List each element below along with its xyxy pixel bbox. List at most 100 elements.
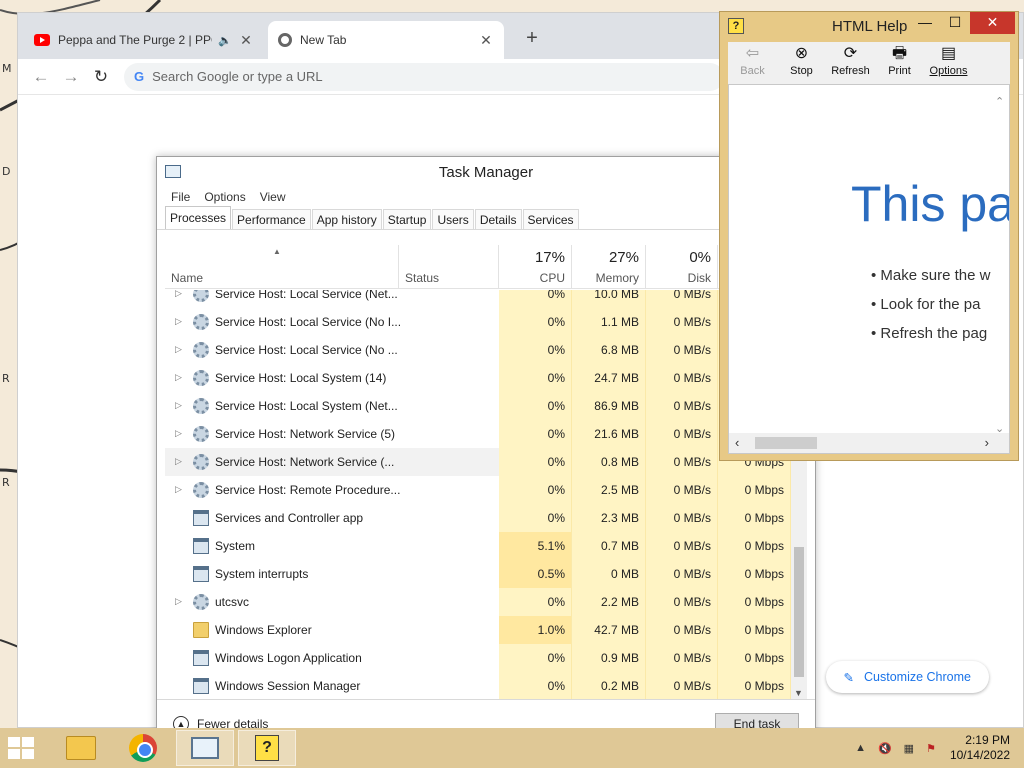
column-disk-header[interactable]: 0% Disk	[646, 245, 718, 289]
expand-chevron-icon[interactable]: ▷	[175, 372, 182, 383]
service-gear-icon	[193, 342, 209, 358]
table-row[interactable]: ▷ Service Host: Network Service (... 0% 0.8…	[165, 448, 791, 476]
volume-muted-icon[interactable]: 🔇	[878, 742, 892, 755]
help-horizontal-scrollbar[interactable]: ‹ ›	[729, 433, 1009, 453]
refresh-label: Refresh	[831, 65, 870, 77]
scroll-left-icon[interactable]: ‹	[735, 435, 739, 450]
tab-services[interactable]: Services	[522, 209, 579, 229]
table-row[interactable]: Windows Logon Application 0% 0.9 MB 0 MB/s 0…	[165, 644, 791, 672]
close-tab-icon[interactable]: ✕	[238, 32, 254, 49]
expand-chevron-icon[interactable]: ▷	[175, 290, 182, 299]
chrome-icon	[278, 33, 292, 47]
column-memory-label: Memory	[595, 271, 639, 285]
sort-caret-icon: ▲	[273, 247, 281, 256]
action-center-alert-icon[interactable]: ⚑	[926, 742, 936, 755]
disk-cell: 0 MB/s	[646, 476, 718, 504]
stop-button[interactable]: ⊗ Stop	[777, 42, 826, 84]
expand-chevron-icon[interactable]: ▷	[175, 596, 182, 607]
html-help-window: ? HTML Help — ☐ ✕ ⇦ Back ⊗ Stop ⟳ Refres…	[719, 11, 1019, 461]
column-disk-label: Disk	[687, 271, 711, 285]
scroll-right-icon[interactable]: ›	[985, 435, 989, 450]
expand-chevron-icon[interactable]: ▷	[175, 316, 182, 327]
network-icon[interactable]: ▦	[904, 742, 914, 755]
table-row[interactable]: ▷ Service Host: Network Service (5) 0% 21.6…	[165, 420, 791, 448]
cpu-cell: 0.5%	[499, 560, 572, 588]
table-row[interactable]: Windows Explorer 1.0% 42.7 MB 0 MB/s 0 Mbps	[165, 616, 791, 644]
clock[interactable]: 2:19 PM 10/14/2022	[950, 733, 1010, 763]
html-help-titlebar[interactable]: ? HTML Help — ☐ ✕	[720, 12, 1018, 40]
window-app-icon	[193, 566, 209, 582]
tab-processes[interactable]: Processes	[165, 206, 232, 229]
memory-percent: 27%	[608, 249, 639, 266]
column-status-header[interactable]: Status	[399, 245, 499, 289]
table-row[interactable]: Services and Controller app 0% 2.3 MB 0 MB/…	[165, 504, 791, 532]
table-row[interactable]: ▷ utcsvc 0% 2.2 MB 0 MB/s 0 Mbps	[165, 588, 791, 616]
table-row[interactable]: ▷ Service Host: Remote Procedure... 0% 2.5 …	[165, 476, 791, 504]
expand-chevron-icon[interactable]: ▷	[175, 428, 182, 439]
network-cell: 0 Mbps	[718, 560, 791, 588]
expand-chevron-icon[interactable]: ▷	[175, 344, 182, 355]
table-row[interactable]: Windows Session Manager 0% 0.2 MB 0 MB/s 0 M…	[165, 672, 791, 700]
column-name-header[interactable]: ▲ Name	[165, 245, 399, 289]
expand-chevron-icon[interactable]: ▷	[175, 456, 182, 467]
scrollbar-thumb[interactable]	[794, 547, 804, 677]
memory-cell: 6.8 MB	[572, 336, 646, 364]
back-button[interactable]: ⇦ Back	[728, 42, 777, 84]
tab-startup[interactable]: Startup	[382, 209, 432, 229]
cpu-cell: 0%	[499, 504, 572, 532]
table-row[interactable]: ▷ Service Host: Local Service (No ... 0% 6.…	[165, 336, 791, 364]
print-button[interactable]: 🖶 Print	[875, 42, 924, 84]
clock-date: 10/14/2022	[949, 748, 1010, 762]
minimize-icon[interactable]: —	[910, 12, 940, 34]
tab-details[interactable]: Details	[474, 209, 522, 229]
disk-cell: 0 MB/s	[646, 290, 718, 308]
start-button[interactable]	[8, 737, 34, 759]
expand-chevron-icon[interactable]: ▷	[175, 484, 182, 495]
help-vertical-scrollbar[interactable]: ⌃ ⌄	[991, 85, 1009, 435]
chrome-tab-new-tab[interactable]: New Tab ✕	[268, 21, 504, 59]
cpu-cell: 5.1%	[499, 532, 572, 560]
process-name: Windows Explorer	[215, 623, 312, 637]
close-icon[interactable]: ✕	[970, 12, 1015, 34]
table-row[interactable]: System 5.1% 0.7 MB 0 MB/s 0 Mbps	[165, 532, 791, 560]
expand-chevron-icon[interactable]: ▷	[175, 400, 182, 411]
column-memory-header[interactable]: 27% Memory	[572, 245, 646, 289]
omnibox[interactable]: G Search Google or type a URL	[124, 62, 724, 91]
tab-performance[interactable]: Performance	[232, 209, 311, 229]
table-row[interactable]: System interrupts 0.5% 0 MB 0 MB/s 0 Mbps	[165, 560, 791, 588]
menu-view[interactable]: View	[260, 190, 286, 204]
task-manager-titlebar[interactable]: Task Manager	[157, 157, 815, 187]
table-row[interactable]: ▷ Service Host: Local Service (Net... 0% 10…	[165, 290, 791, 308]
memory-cell: 2.5 MB	[572, 476, 646, 504]
chrome-tab-youtube[interactable]: Peppa and The Purge 2 | PPG 🔈 ✕	[24, 21, 264, 59]
customize-chrome-button[interactable]: ✎ Customize Chrome	[825, 661, 989, 693]
column-cpu-header[interactable]: 17% CPU	[499, 245, 572, 289]
reload-icon[interactable]: ↻	[86, 67, 116, 87]
tab-app-history[interactable]: App history	[311, 209, 382, 229]
table-row[interactable]: ▷ Service Host: Local System (Net... 0% 86.…	[165, 392, 791, 420]
scroll-up-icon[interactable]: ⌃	[995, 95, 1004, 108]
new-tab-button[interactable]: +	[518, 25, 546, 53]
maximize-icon[interactable]: ☐	[940, 12, 970, 34]
forward-arrow-icon[interactable]: →	[56, 67, 86, 87]
memory-cell: 86.9 MB	[572, 392, 646, 420]
table-row[interactable]: ▷ Service Host: Local System (14) 0% 24.7 M…	[165, 364, 791, 392]
speaker-icon[interactable]: 🔈	[218, 34, 232, 47]
back-arrow-icon[interactable]: ←	[26, 67, 56, 87]
window-app-icon	[193, 510, 209, 526]
taskbar-file-explorer[interactable]	[52, 730, 110, 766]
taskbar-html-help[interactable]: ?	[238, 730, 296, 766]
options-button[interactable]: ▤ Options	[924, 42, 973, 84]
tab-users[interactable]: Users	[432, 209, 474, 229]
menu-options[interactable]: Options	[204, 190, 245, 204]
menu-file[interactable]: File	[171, 190, 190, 204]
window-app-icon	[193, 650, 209, 666]
refresh-button[interactable]: ⟳ Refresh	[826, 42, 875, 84]
scroll-down-icon[interactable]: ▼	[794, 688, 803, 698]
show-hidden-icons-icon[interactable]: ▲	[855, 742, 866, 754]
taskbar-task-manager[interactable]	[176, 730, 234, 766]
scrollbar-thumb[interactable]	[755, 437, 817, 449]
taskbar-chrome[interactable]	[114, 730, 172, 766]
table-row[interactable]: ▷ Service Host: Local Service (No I... 0% 1…	[165, 308, 791, 336]
close-tab-icon[interactable]: ✕	[478, 32, 494, 49]
